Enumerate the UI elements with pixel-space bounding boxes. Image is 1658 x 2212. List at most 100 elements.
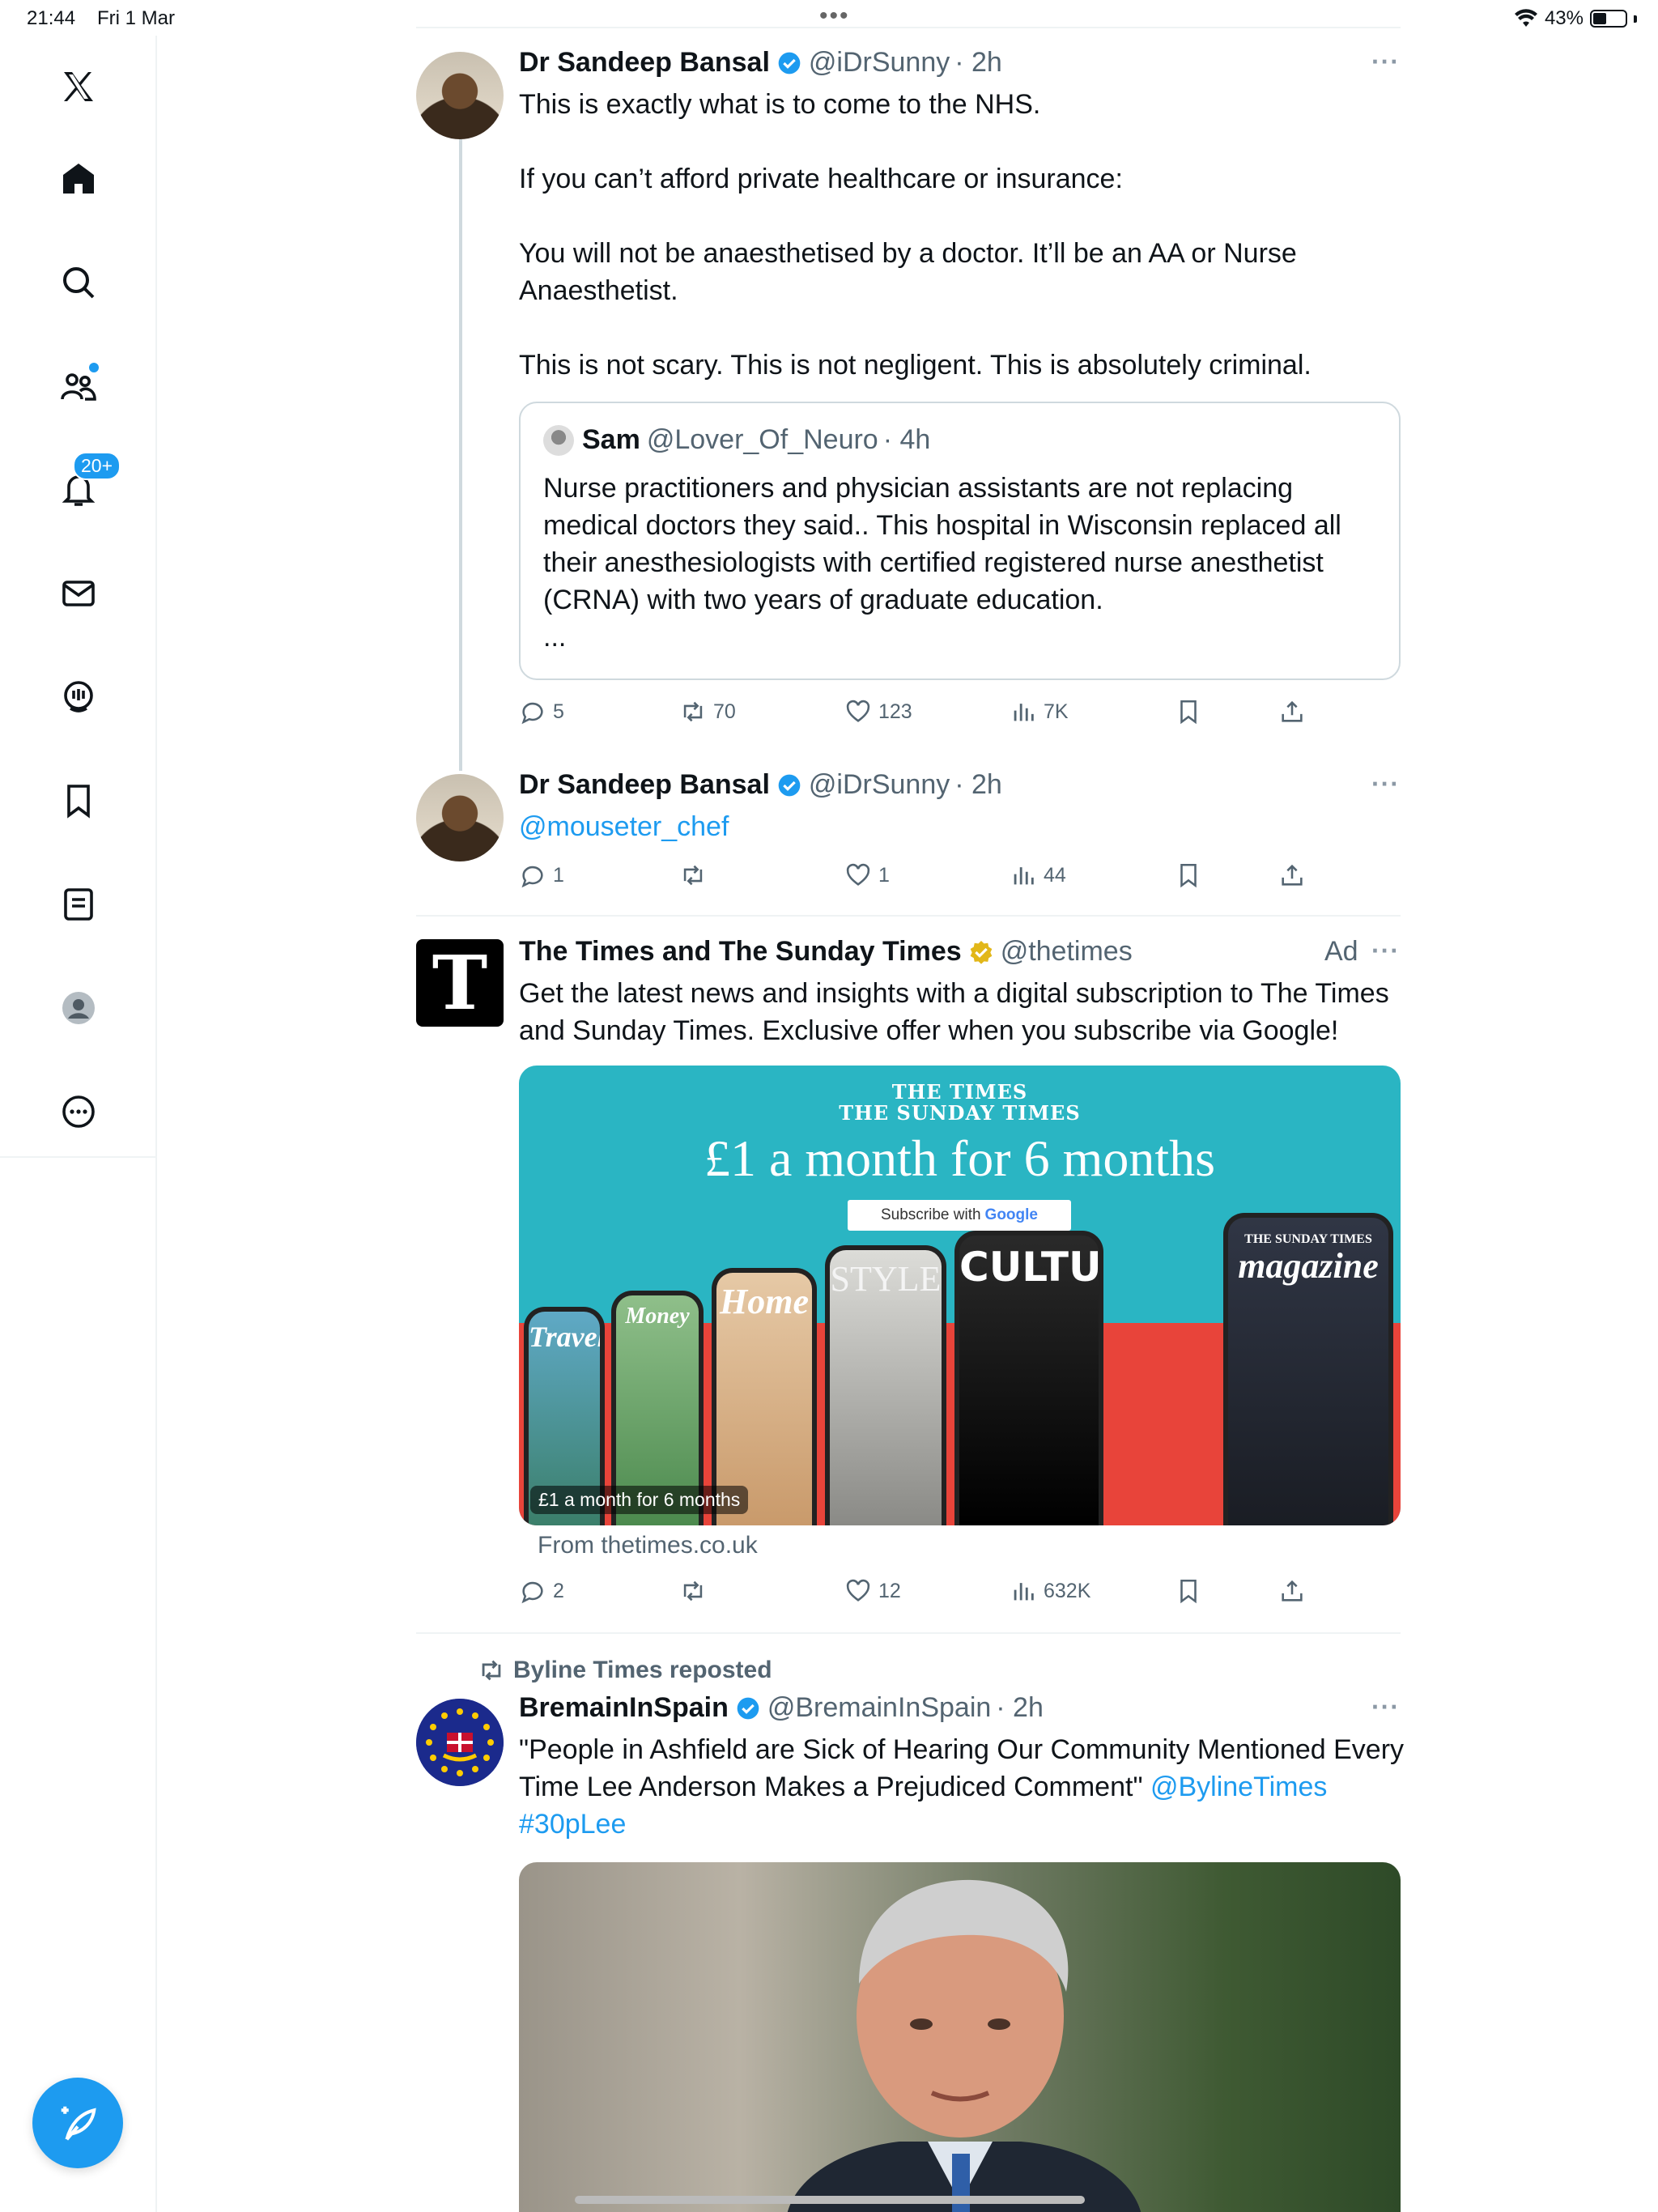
avatar[interactable] [416, 1699, 504, 1786]
tweet-actions: 1 1 44 [519, 857, 1329, 894]
repost-button[interactable]: 70 [679, 693, 736, 730]
author-handle[interactable]: @BremainInSpain [767, 1692, 991, 1724]
tweet-header: BremainInSpain @BremainInSpain · 2h [519, 1692, 1044, 1724]
tweet-time[interactable]: · 2h [996, 1692, 1044, 1724]
tweet-paragraph: This is not scary. This is not negligent… [519, 350, 1312, 381]
mention-link[interactable]: @mouseter_chef [519, 811, 729, 842]
spaces-icon[interactable] [50, 669, 107, 725]
author-name[interactable]: The Times and The Sunday Times [519, 936, 962, 968]
share-button[interactable] [1278, 1572, 1306, 1610]
like-button[interactable]: 123 [844, 693, 912, 730]
repost-button[interactable] [679, 857, 713, 894]
communities-icon[interactable] [50, 358, 107, 415]
thread-connector [459, 139, 462, 771]
battery-level [1593, 13, 1607, 24]
author-handle[interactable]: @thetimes [1001, 936, 1133, 968]
communities-dot [89, 363, 99, 372]
tweet-paragraph: You will not be anaesthetised by a docto… [519, 238, 1297, 306]
tweet-text: Get the latest news and insights with a … [519, 978, 1389, 1046]
phone-magazine: THE SUNDAY TIMES magazine [1223, 1213, 1393, 1525]
home-icon[interactable] [50, 151, 107, 207]
views-button[interactable]: 7K [1010, 693, 1069, 730]
multitasking-dots[interactable]: ••• [819, 4, 850, 28]
ad-source-link[interactable]: From thetimes.co.uk [538, 1532, 758, 1559]
status-bar: 21:44 Fri 1 Mar ••• 43% [0, 0, 1658, 36]
more-options-icon[interactable]: ··· [1371, 47, 1400, 77]
times-logo[interactable]: T [416, 939, 504, 1027]
like-button[interactable]: 1 [844, 857, 890, 894]
search-icon[interactable] [50, 254, 107, 311]
avatar[interactable] [416, 52, 504, 139]
compose-button[interactable] [32, 2078, 123, 2168]
phone-label-home: Home [720, 1282, 809, 1321]
quoted-tweet[interactable]: Sam @Lover_Of_Neuro · 4h Nurse practitio… [519, 402, 1401, 680]
home-indicator[interactable] [575, 2196, 1085, 2204]
heart-icon [846, 700, 870, 722]
tweet-time[interactable]: · 2h [954, 47, 1002, 79]
notification-badge: 20+ [73, 452, 121, 480]
more-icon[interactable] [50, 1083, 107, 1140]
battery-tip [1634, 15, 1637, 23]
tweet-header: Dr Sandeep Bansal @iDrSunny · 2h [519, 47, 1002, 79]
more-options-icon[interactable]: ··· [1371, 1692, 1400, 1722]
repost-indicator[interactable]: Byline Times reposted [478, 1657, 772, 1684]
views-button[interactable]: 44 [1010, 857, 1066, 894]
bookmark-button[interactable] [1175, 693, 1202, 730]
ad-brand: THE TIMES THE SUNDAY TIMES [519, 1082, 1401, 1124]
profile-icon[interactable] [50, 980, 107, 1036]
reply-button[interactable]: 1 [519, 857, 564, 894]
quote-author-handle: @Lover_Of_Neuro [646, 424, 878, 455]
bookmark-icon [1180, 863, 1197, 888]
more-options-icon[interactable]: ··· [1371, 769, 1400, 799]
reply-button[interactable]: 5 [519, 693, 564, 730]
battery-icon [1590, 10, 1627, 28]
author-handle[interactable]: @iDrSunny [809, 47, 950, 79]
bookmark-icon [1180, 700, 1197, 725]
mention-link[interactable]: @BylineTimes [1150, 1772, 1327, 1802]
x-logo-icon[interactable] [50, 58, 107, 115]
repost-count: 70 [713, 700, 736, 723]
heart-icon [846, 1579, 870, 1602]
author-name[interactable]: BremainInSpain [519, 1692, 729, 1724]
reposted-by: Byline Times reposted [513, 1657, 772, 1683]
lists-icon[interactable] [50, 876, 107, 933]
tweet-paragraph: This is exactly what is to come to the N… [519, 89, 1041, 120]
bookmarks-icon[interactable] [50, 772, 107, 829]
author-handle[interactable]: @iDrSunny [809, 769, 950, 801]
share-button[interactable] [1278, 693, 1306, 730]
like-button[interactable]: 12 [844, 1572, 901, 1610]
tweet-photo[interactable] [519, 1862, 1401, 2212]
bookmark-button[interactable] [1175, 857, 1202, 894]
tweet-divider [416, 915, 1401, 917]
reply-count: 1 [553, 863, 564, 887]
sidebar-divider [0, 1156, 156, 1158]
like-count: 123 [878, 700, 912, 723]
bookmark-button[interactable] [1175, 1572, 1202, 1610]
ad-image-card[interactable]: THE TIMES THE SUNDAY TIMES £1 a month fo… [519, 1066, 1401, 1525]
reply-icon [521, 702, 543, 725]
reply-icon [521, 1581, 543, 1604]
repost-icon [683, 865, 703, 886]
share-button[interactable] [1278, 857, 1306, 894]
messages-icon[interactable] [50, 565, 107, 622]
like-count: 12 [878, 1579, 901, 1602]
hashtag-link[interactable]: #30pLee [519, 1809, 626, 1840]
reply-button[interactable]: 2 [519, 1572, 564, 1610]
notifications-icon[interactable]: 20+ [50, 452, 121, 518]
more-options-icon[interactable]: ··· [1371, 936, 1400, 966]
views-chart-icon [1014, 867, 1034, 885]
view-count: 632K [1044, 1579, 1091, 1602]
repost-button[interactable] [679, 1572, 713, 1610]
author-name[interactable]: Dr Sandeep Bansal [519, 47, 770, 79]
ad-image-caption: £1 a month for 6 months [530, 1486, 749, 1514]
reply-count: 5 [553, 700, 564, 723]
quote-time: · 4h [882, 424, 931, 455]
tweet-text: This is exactly what is to come to the N… [519, 86, 1401, 384]
views-button[interactable]: 632K [1010, 1572, 1090, 1610]
tweet-time[interactable]: · 2h [954, 769, 1002, 801]
author-name[interactable]: Dr Sandeep Bansal [519, 769, 770, 801]
avatar[interactable] [416, 774, 504, 861]
reply-icon [521, 866, 543, 888]
subscribe-text: Subscribe with [880, 1206, 981, 1223]
subscribe-with-google-button[interactable]: Subscribe with Google [848, 1200, 1071, 1231]
